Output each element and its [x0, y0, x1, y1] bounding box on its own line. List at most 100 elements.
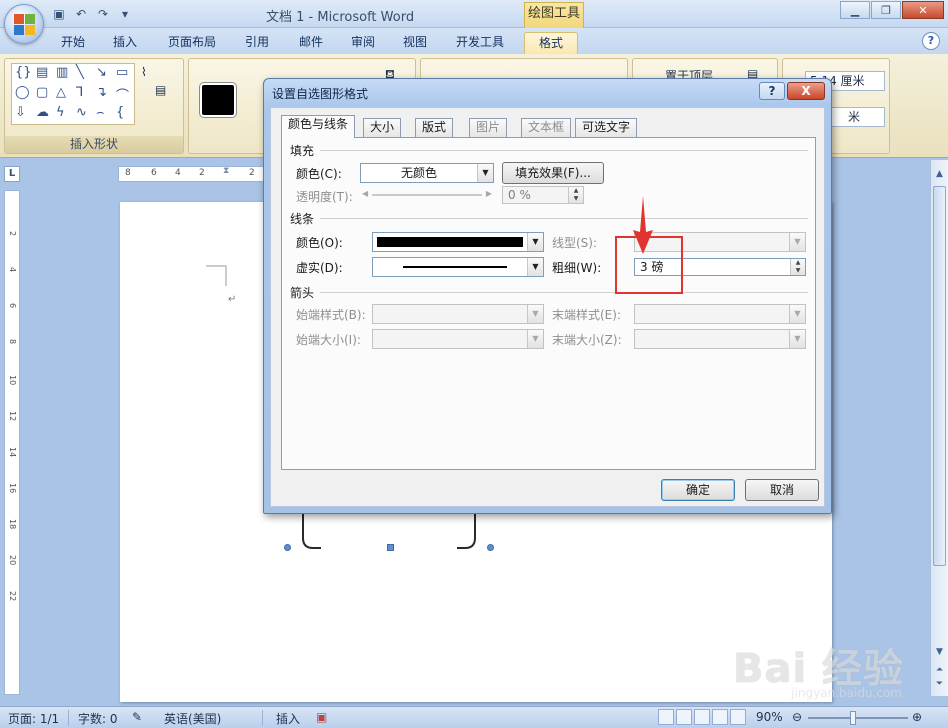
shape-cloud-icon[interactable]: ☁ [36, 105, 49, 120]
scroll-thumb[interactable] [933, 186, 946, 566]
dash-select[interactable]: ▼ [372, 257, 544, 277]
zoom-in-icon[interactable]: ⊕ [912, 710, 922, 724]
tab-references[interactable]: 引用 [236, 32, 278, 54]
shape-fill-swatch[interactable] [200, 83, 236, 117]
undo-icon[interactable]: ↶ [72, 5, 90, 23]
edit-shape-icon[interactable]: ⌇ [141, 65, 147, 79]
tab-view[interactable]: 视图 [394, 32, 436, 54]
tab-mailings[interactable]: 邮件 [290, 32, 332, 54]
tab-colors-lines[interactable]: 颜色与线条 [281, 115, 356, 138]
shape-elbow-icon[interactable]: ⅂ [76, 85, 83, 100]
section-divider [320, 218, 808, 219]
macro-record-icon[interactable]: ▣ [316, 710, 327, 724]
line-color-select[interactable]: ▼ [372, 232, 544, 252]
ruler-tick: 20 [8, 555, 17, 566]
shape-elbow-arrow-icon[interactable]: ↴ [96, 85, 107, 100]
minimize-icon[interactable]: ▁ [840, 1, 870, 19]
dialog-help-button[interactable]: ? [759, 82, 785, 100]
shape-curve-icon[interactable]: ∿ [76, 105, 87, 120]
selection-handle[interactable] [387, 544, 394, 551]
tab-home[interactable]: 开始 [52, 32, 94, 54]
shape-gallery[interactable]: {} ▤ ▥ ╲ ↘ ▭ ◯ ▢ △ ⅂ ↴ ⌒ ⇩ ☁ ϟ ∿ ⌢ { [11, 63, 135, 125]
save-icon[interactable]: ▣ [50, 5, 68, 23]
ruler-tick: 8 [125, 168, 131, 178]
section-divider [320, 292, 808, 293]
dialog-close-button[interactable]: X [787, 82, 825, 100]
chevron-down-icon[interactable]: ▼ [527, 258, 543, 276]
customize-qat-icon[interactable]: ▾ [116, 5, 134, 23]
tab-selector[interactable]: L [4, 166, 20, 182]
close-window-icon[interactable]: ✕ [902, 1, 944, 19]
page-count[interactable]: 页面: 1/1 [8, 710, 59, 727]
bracket-shape-left[interactable] [302, 514, 321, 549]
help-icon[interactable]: ? [922, 32, 940, 50]
zoom-slider-thumb[interactable] [850, 711, 856, 725]
dialog-title: 设置自选图形格式 [272, 87, 369, 101]
bracket-shape-right[interactable] [457, 514, 476, 549]
tab-size[interactable]: 大小 [363, 118, 402, 137]
insert-mode[interactable]: 插入 [276, 710, 300, 727]
web-layout-view-icon[interactable] [694, 709, 710, 725]
language-indicator[interactable]: 英语(美国) [164, 710, 221, 727]
tab-developer[interactable]: 开发工具 [448, 32, 512, 54]
print-layout-view-icon[interactable] [658, 709, 674, 725]
chevron-down-icon[interactable]: ▼ [477, 164, 493, 182]
shape-brace-icon[interactable]: {} [15, 65, 32, 80]
draft-view-icon[interactable] [730, 709, 746, 725]
ok-button[interactable]: 确定 [661, 479, 735, 501]
office-button[interactable] [4, 4, 44, 44]
zoom-slider[interactable] [808, 717, 908, 719]
fill-effects-button[interactable]: 填充效果(F)... [502, 162, 604, 184]
fill-color-select[interactable]: 无颜色 ▼ [360, 163, 494, 183]
line-color-swatch [377, 237, 523, 247]
shape-bracket-icon[interactable]: { [116, 105, 124, 120]
tab-layout[interactable]: 版式 [415, 118, 454, 137]
prev-page-icon[interactable]: ⏶ [933, 664, 946, 677]
selection-handle[interactable] [284, 544, 291, 551]
shape-arc-icon[interactable]: ⌢ [96, 105, 105, 120]
restore-icon[interactable]: ❐ [871, 1, 901, 19]
shape-line-icon[interactable]: ╲ [76, 65, 84, 80]
zoom-out-icon[interactable]: ⊖ [792, 710, 802, 724]
spell-check-icon[interactable]: ✎ [132, 710, 142, 724]
spin-arrows-icon[interactable]: ▲ ▼ [790, 259, 805, 275]
chevron-down-icon[interactable]: ▼ [527, 233, 543, 251]
cancel-button[interactable]: 取消 [745, 479, 819, 501]
tab-review[interactable]: 审阅 [342, 32, 384, 54]
tab-format[interactable]: 格式 [524, 32, 578, 54]
shape-rect-icon[interactable]: ▭ [116, 65, 128, 80]
tab-alt-text[interactable]: 可选文字 [575, 118, 638, 137]
shape-down-arrow-icon[interactable]: ⇩ [15, 105, 26, 120]
transparency-slider: ◀ ▶ [360, 188, 494, 202]
shape-oval-icon[interactable]: ◯ [15, 85, 30, 100]
line-style-label: 线型(S): [552, 236, 598, 250]
outline-view-icon[interactable] [712, 709, 728, 725]
shape-freeform-icon[interactable]: ⌒ [116, 85, 129, 104]
end-size-label: 末端大小(Z): [552, 333, 622, 347]
ruler-tick: 2 [199, 168, 205, 178]
indent-marker-icon[interactable]: ⧗ [223, 166, 229, 176]
selection-handle[interactable] [487, 544, 494, 551]
shape-lightning-icon[interactable]: ϟ [56, 105, 65, 120]
tab-insert[interactable]: 插入 [104, 32, 146, 54]
text-box-icon[interactable]: ▤ [155, 83, 166, 97]
shape-triangle-icon[interactable]: △ [56, 85, 66, 100]
spin-arrows-icon: ▲ ▼ [568, 187, 583, 203]
scroll-down-icon[interactable]: ▼ [933, 646, 946, 659]
shape-textbox-icon[interactable]: ▤ [36, 65, 48, 80]
zoom-level[interactable]: 90% [756, 710, 783, 724]
slider-left-icon: ◀ [362, 189, 369, 198]
begin-size-label: 始端大小(I): [296, 333, 361, 347]
shape-vtextbox-icon[interactable]: ▥ [56, 65, 68, 80]
scroll-up-icon[interactable]: ▲ [933, 168, 946, 181]
redo-icon[interactable]: ↷ [94, 5, 112, 23]
shape-arrow-icon[interactable]: ↘ [96, 65, 107, 80]
vertical-ruler[interactable]: 2 4 6 8 10 12 14 16 18 20 22 [4, 190, 20, 695]
next-page-icon[interactable]: ⏷ [933, 678, 946, 691]
vertical-scrollbar[interactable]: ▲ ▼ ⏶ ⏷ [930, 160, 948, 696]
end-style-label: 末端样式(E): [552, 308, 621, 322]
word-count[interactable]: 字数: 0 [78, 710, 118, 727]
full-screen-view-icon[interactable] [676, 709, 692, 725]
tab-page-layout[interactable]: 页面布局 [160, 32, 224, 54]
shape-rounded-rect-icon[interactable]: ▢ [36, 85, 48, 100]
